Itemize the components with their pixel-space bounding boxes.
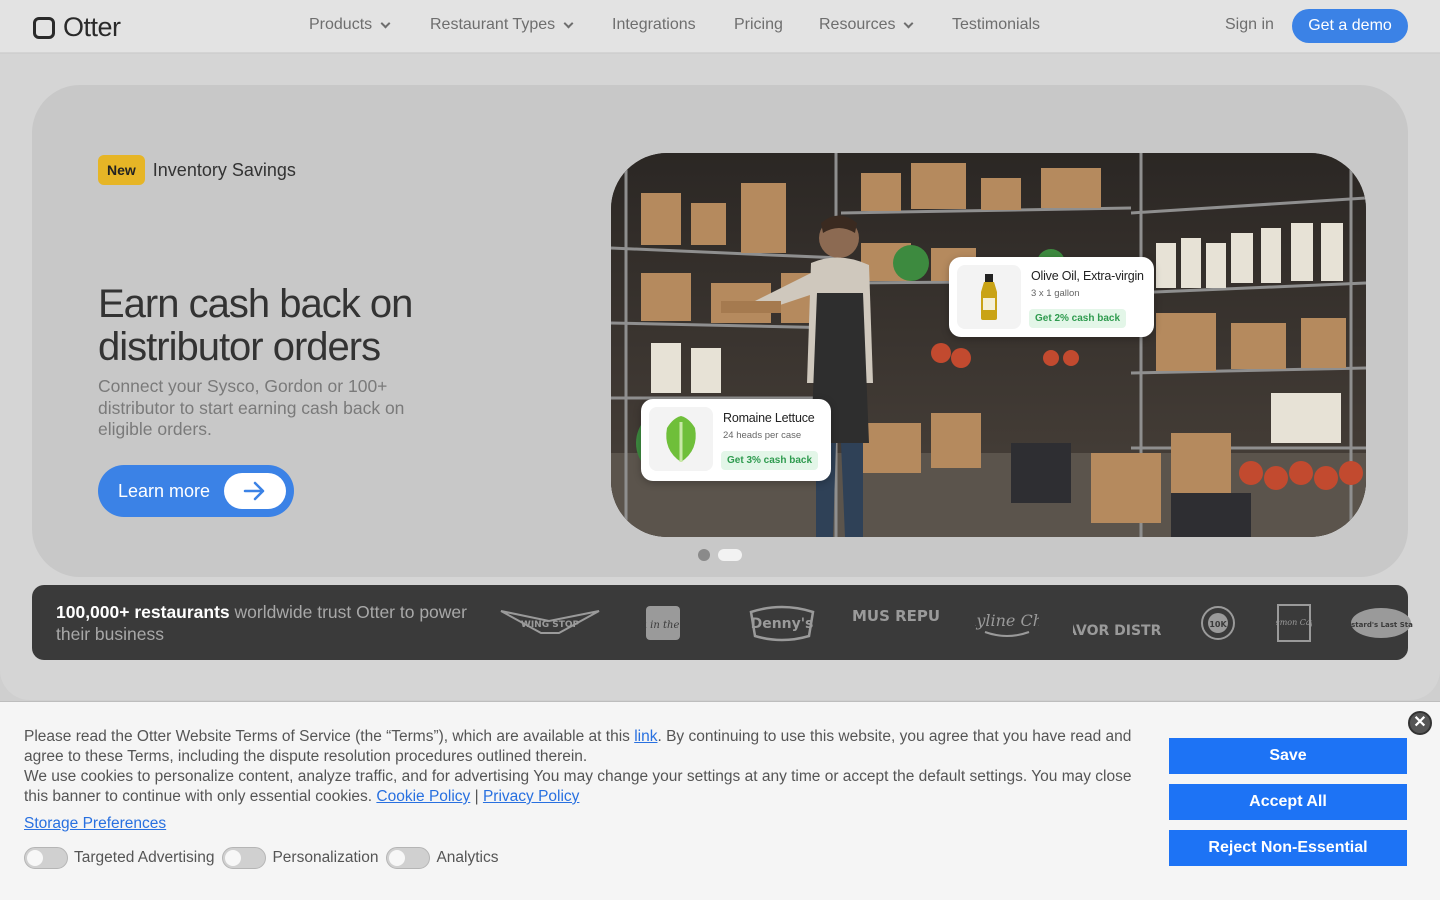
chevron-down-icon bbox=[904, 18, 914, 28]
toggle-label: Analytics bbox=[436, 849, 499, 866]
brand-logo-wingstop: WING STOP bbox=[498, 585, 602, 660]
card-product-qty: 3 x 1 gallon bbox=[1031, 288, 1080, 299]
nav-label: Resources bbox=[819, 16, 896, 33]
terms-link[interactable]: link bbox=[634, 728, 657, 745]
chevron-down-icon bbox=[563, 18, 574, 28]
get-a-demo-button[interactable]: Get a demo bbox=[1292, 9, 1408, 43]
save-button[interactable]: Save bbox=[1169, 738, 1407, 774]
brand-logo-text: Lemon Cafe bbox=[1276, 618, 1312, 627]
card-product-name: Romaine Lettuce bbox=[723, 411, 815, 425]
main-nav: Products Restaurant Types Integrations P… bbox=[309, 16, 1040, 34]
toggle-label: Targeted Advertising bbox=[74, 849, 215, 866]
cashback-tag: Get 2% cash back bbox=[1029, 309, 1127, 328]
trust-text: 100,000+ restaurants worldwide trust Ott… bbox=[56, 601, 496, 645]
storage-preferences-link[interactable]: Storage Preferences bbox=[24, 815, 166, 833]
lettuce-icon bbox=[649, 407, 713, 471]
cashback-tag: Get 3% cash back bbox=[721, 451, 819, 470]
brand-logo-text: HUMMUS REPUBLIC bbox=[851, 607, 939, 625]
brand-logo-mustards-last-stand: Mustard's Last Stand bbox=[1348, 585, 1414, 660]
carousel-dot-1[interactable] bbox=[698, 549, 710, 561]
cookie-notice-text: Please read the Otter Website Terms of S… bbox=[24, 727, 1144, 807]
top-nav-bar: Otter Products Restaurant Types Integrat… bbox=[0, 0, 1440, 53]
privacy-policy-link[interactable]: Privacy Policy bbox=[483, 788, 579, 805]
brand-logo-text: Denny's bbox=[751, 616, 814, 632]
brand-logo-dennys: Denny's bbox=[746, 585, 818, 660]
hero-title: Earn cash back on distributor orders bbox=[98, 282, 413, 369]
olive-oil-bottle-icon bbox=[957, 265, 1021, 329]
hero-subtitle: Connect your Sysco, Gordon or 100+ distr… bbox=[98, 376, 405, 439]
card-product-name: Olive Oil, Extra-virgin bbox=[1031, 269, 1144, 283]
brand-logo-text: Jack in the box bbox=[643, 620, 683, 631]
brand-logo-jack-in-the-box: Jack in the box bbox=[638, 585, 688, 660]
announcement-badge: New Inventory Savings bbox=[98, 155, 296, 185]
brand-logo-10k: 10K bbox=[1198, 585, 1238, 660]
brand-logo-text: WING STOP bbox=[521, 620, 580, 630]
trust-count: 100,000+ restaurants bbox=[56, 602, 230, 622]
learn-more-label: Learn more bbox=[118, 480, 211, 501]
hero-section: New Inventory Savings Earn cash back on … bbox=[32, 85, 1408, 577]
link-separator: | bbox=[470, 788, 483, 805]
nav-testimonials[interactable]: Testimonials bbox=[952, 16, 1040, 34]
brand-logo-skyline-chili: Skyline Chili bbox=[972, 585, 1042, 660]
nav-label: Restaurant Types bbox=[430, 16, 556, 33]
nav-label: Integrations bbox=[612, 16, 696, 33]
accept-all-button[interactable]: Accept All bbox=[1169, 784, 1407, 820]
logo-text: Otter bbox=[63, 12, 121, 42]
brand-logo-flavor-district: FLAVOR DISTRICT bbox=[1072, 585, 1162, 660]
nav-label: Products bbox=[309, 16, 373, 33]
nav-integrations[interactable]: Integrations bbox=[612, 16, 734, 34]
new-badge: New bbox=[98, 155, 145, 185]
brand-logo-hummus-republic: HUMMUS REPUBLIC bbox=[850, 585, 940, 660]
toggle-label: Personalization bbox=[272, 849, 379, 866]
sign-in-link[interactable]: Sign in bbox=[1225, 16, 1274, 34]
reject-non-essential-button[interactable]: Reject Non-Essential bbox=[1169, 830, 1407, 866]
cookie-toggles: Targeted Advertising Personalization Ana… bbox=[24, 847, 506, 869]
personalization-toggle[interactable] bbox=[222, 847, 267, 869]
otter-logo-icon bbox=[33, 16, 55, 39]
product-card-olive-oil: Olive Oil, Extra-virgin 3 x 1 gallon Get… bbox=[949, 257, 1154, 337]
arrow-right-icon bbox=[224, 473, 286, 509]
product-card-romaine-lettuce: Romaine Lettuce 24 heads per case Get 3%… bbox=[641, 399, 831, 481]
brand-logo-text: Mustard's Last Stand bbox=[1349, 621, 1413, 629]
learn-more-button[interactable]: Learn more bbox=[98, 465, 294, 517]
carousel-dots bbox=[698, 549, 742, 561]
otter-logo[interactable]: Otter bbox=[33, 12, 121, 43]
nav-label: Testimonials bbox=[952, 16, 1041, 33]
nav-resources[interactable]: Resources bbox=[819, 16, 952, 34]
card-product-qty: 24 heads per case bbox=[723, 430, 802, 441]
targeted-advertising-toggle[interactable] bbox=[24, 847, 68, 869]
nav-restaurant-types[interactable]: Restaurant Types bbox=[430, 16, 612, 34]
nav-products[interactable]: Products bbox=[309, 16, 430, 34]
pantry-photo: Olive Oil, Extra-virgin 3 x 1 gallon Get… bbox=[611, 153, 1366, 537]
nav-pricing[interactable]: Pricing bbox=[734, 16, 819, 34]
carousel-dot-2[interactable] bbox=[718, 549, 742, 561]
badge-label: Inventory Savings bbox=[152, 159, 296, 180]
brand-logo-text: Skyline Chili bbox=[975, 611, 1039, 630]
analytics-toggle[interactable] bbox=[386, 847, 431, 869]
brand-logo-text: FLAVOR DISTRICT bbox=[1073, 623, 1161, 639]
brand-logos: WING STOP Jack in the box Denny's HUMMUS… bbox=[498, 585, 1413, 660]
terms-text: Please read the Otter Website Terms of S… bbox=[24, 728, 635, 745]
cookie-policy-link[interactable]: Cookie Policy bbox=[376, 788, 470, 805]
brand-logo-lemon-cafe: Lemon Cafe bbox=[1274, 585, 1314, 660]
cookie-banner: Please read the Otter Website Terms of S… bbox=[0, 701, 1440, 900]
nav-label: Pricing bbox=[734, 16, 783, 33]
trust-bar: 100,000+ restaurants worldwide trust Ott… bbox=[32, 585, 1413, 660]
chevron-down-icon bbox=[380, 18, 391, 28]
close-icon[interactable]: ✕ bbox=[1408, 711, 1432, 735]
brand-logo-text: 10K bbox=[1209, 620, 1227, 629]
